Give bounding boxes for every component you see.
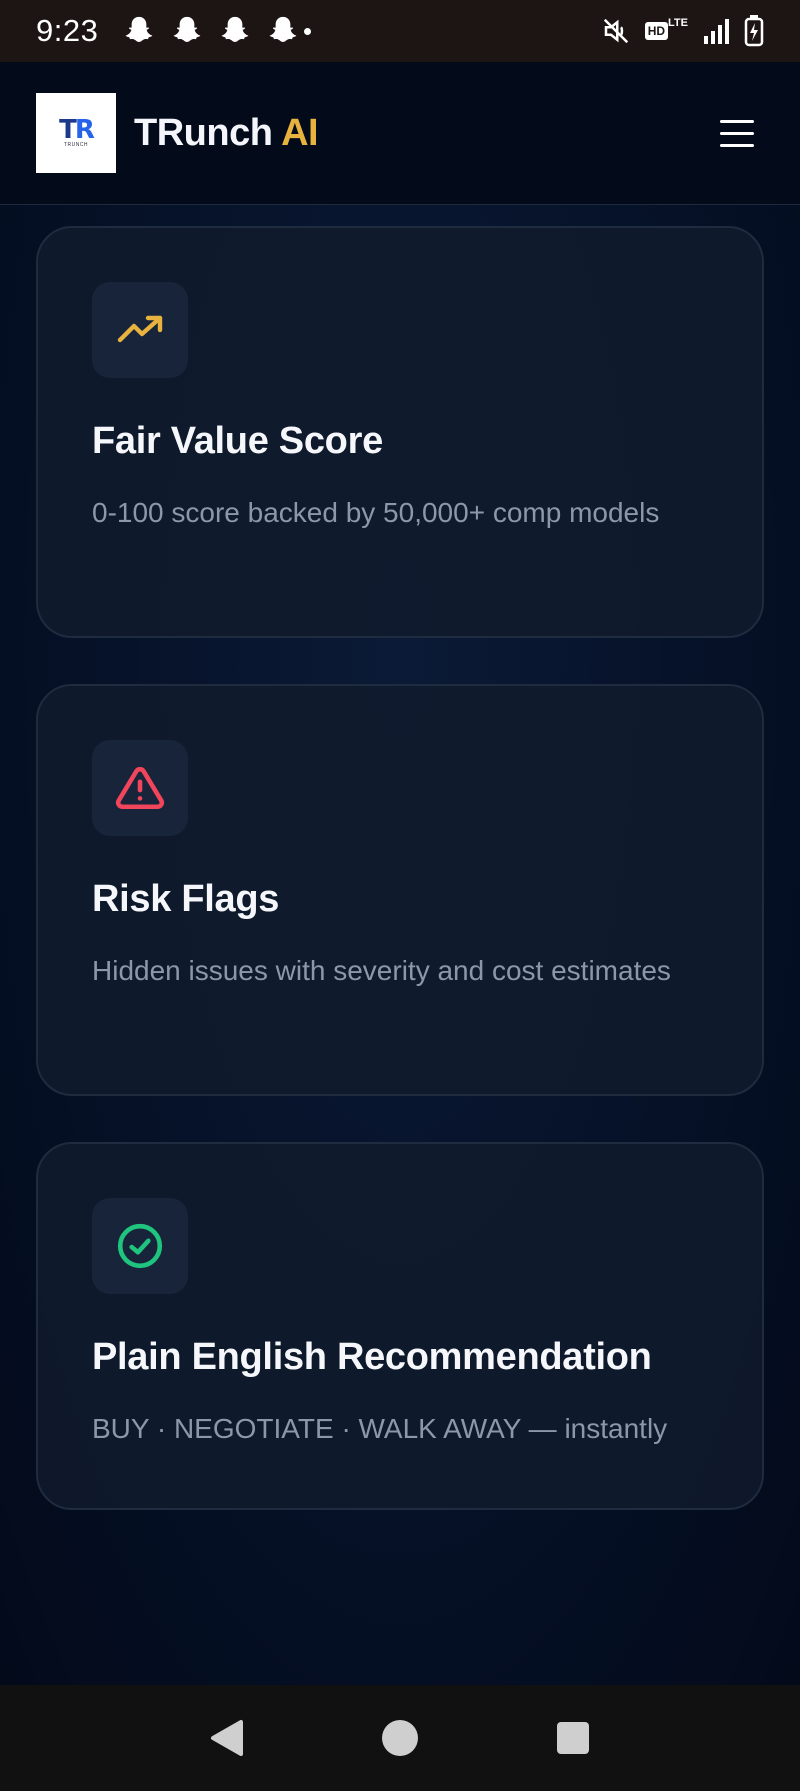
features-section: Fair Value Score 0-100 score backed by 5… [0,205,800,1685]
hd-icon: HD LTE [644,17,688,40]
back-icon [210,1720,243,1756]
snapchat-icon [174,16,201,42]
feature-title: Plain English Recommendation [92,1336,652,1378]
mute-icon [603,18,628,44]
app-header: TR TRUNCH TRunch AI [0,62,800,205]
feature-description: Hidden issues with severity and cost est… [92,955,671,986]
lte-icon: LTE [668,17,688,29]
feature-title: Fair Value Score [92,420,383,462]
notification-icons [122,14,312,48]
feature-card-risk-flags: Risk Flags Hidden issues with severity a… [36,684,764,1096]
check-circle-icon [117,1223,163,1269]
feature-description: 0-100 score backed by 50,000+ comp model… [92,497,660,528]
brand-name-accent: AI [281,111,319,154]
feature-icon-tile [92,282,188,378]
recents-button[interactable] [543,1708,603,1768]
feature-title: Risk Flags [92,878,280,920]
back-button[interactable] [197,1708,257,1768]
snapchat-icon [270,16,297,42]
snapchat-icon [222,16,249,42]
warning-triangle-icon [115,766,165,810]
signal-icon [704,19,729,44]
brand-name[interactable]: TRunch AI [134,111,319,155]
home-button[interactable] [370,1708,430,1768]
hamburger-menu-icon [720,119,754,123]
hamburger-menu-button[interactable] [720,111,764,155]
feature-description: BUY · NEGOTIATE · WALK AWAY — instantly [92,1413,668,1444]
snapchat-icon [126,16,153,42]
battery-charging-icon [744,15,764,47]
logo-mark: TR [59,115,95,145]
trending-up-icon [117,315,163,343]
more-notifications-dot-icon [304,27,312,35]
feature-icon-tile [92,1198,188,1294]
recents-icon [557,1722,590,1754]
feature-card-fair-value: Fair Value Score 0-100 score backed by 5… [36,226,764,638]
feature-card-recommendation: Plain English Recommendation BUY · NEGOT… [36,1142,764,1510]
brand-name-main: TRunch [134,111,273,154]
system-navigation-bar [0,1685,800,1791]
status-bar: 9:23 HD LTE [0,0,800,62]
status-time: 9:23 [36,13,99,48]
status-right-icons: HD LTE [601,15,764,47]
home-icon [381,1720,418,1756]
app-logo[interactable]: TR TRUNCH [36,93,116,173]
logo-subtext: TRUNCH [63,142,89,148]
feature-icon-tile [92,740,188,836]
